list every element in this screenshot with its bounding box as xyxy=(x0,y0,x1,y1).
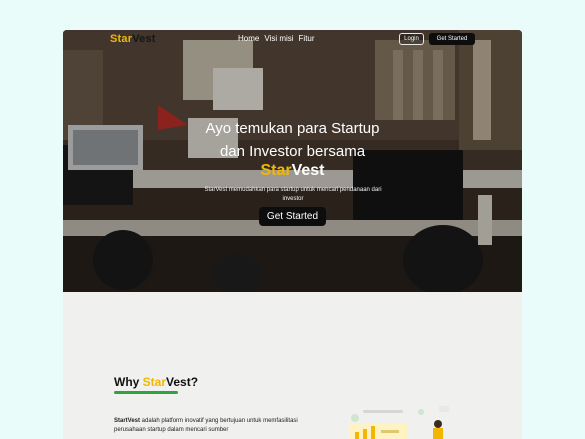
hero-brand-vest: Vest xyxy=(291,162,325,179)
startup-illustration xyxy=(349,406,449,439)
hero-get-started-button[interactable]: Get Started xyxy=(259,207,326,226)
top-navbar: StarVest Home Visi misi Fitur Login Get … xyxy=(63,30,522,48)
hero-brand: StarVest xyxy=(63,162,522,180)
why-title-underline xyxy=(114,391,178,394)
starvest-logo[interactable]: StarVest xyxy=(110,33,156,45)
nav-links: Home Visi misi Fitur xyxy=(238,34,315,43)
browser-viewport: StarVest Home Visi misi Fitur Login Get … xyxy=(63,30,522,439)
hero-subtitle: StarVest memudahkan para startup untuk m… xyxy=(204,187,382,202)
hero-title-line1: Ayo temukan para Startup xyxy=(205,120,380,137)
why-section: Why StarVest? StartVest adalah platform … xyxy=(63,292,522,439)
why-title-vest: Vest? xyxy=(166,375,199,389)
why-title: Why StarVest? xyxy=(114,375,198,389)
why-description-body: adalah platform inovatif yang bertujuan … xyxy=(114,418,298,433)
why-title-prefix: Why xyxy=(114,375,143,389)
logo-vest-text: Vest xyxy=(132,33,156,45)
hero-brand-star: Star xyxy=(260,162,292,179)
nav-link-fitur[interactable]: Fitur xyxy=(299,34,315,43)
nav-get-started-button[interactable]: Get Started xyxy=(429,33,475,45)
logo-star-text: Star xyxy=(110,33,133,45)
nav-link-home[interactable]: Home xyxy=(238,34,259,43)
why-description-brand: StartVest xyxy=(114,418,141,424)
hero-section: StarVest Home Visi misi Fitur Login Get … xyxy=(63,30,522,292)
hero-title-line2: dan Investor bersama xyxy=(219,143,366,160)
why-description: StartVest adalah platform inovatif yang … xyxy=(114,417,314,435)
nav-link-visi-misi[interactable]: Visi misi xyxy=(264,34,293,43)
why-title-star: Star xyxy=(142,375,167,389)
login-button[interactable]: Login xyxy=(399,33,424,45)
